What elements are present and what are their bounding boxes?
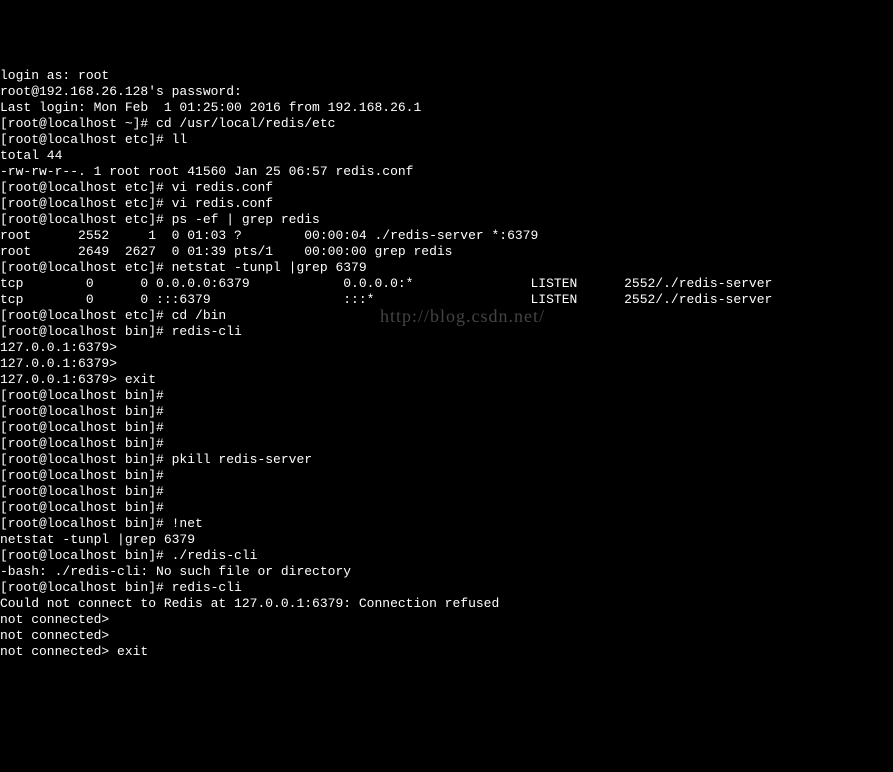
terminal-line: not connected> exit (0, 644, 893, 660)
terminal-line: [root@localhost bin]# (0, 388, 893, 404)
terminal-line: root 2649 2627 0 01:39 pts/1 00:00:00 gr… (0, 244, 893, 260)
terminal-line: [root@localhost bin]# (0, 484, 893, 500)
terminal-line: [root@localhost bin]# (0, 436, 893, 452)
terminal-line: [root@localhost etc]# vi redis.conf (0, 196, 893, 212)
terminal-line: [root@localhost etc]# netstat -tunpl |gr… (0, 260, 893, 276)
terminal-line: root@192.168.26.128's password: (0, 84, 893, 100)
terminal-line: [root@localhost etc]# cd /bin (0, 308, 893, 324)
terminal-line: [root@localhost etc]# vi redis.conf (0, 180, 893, 196)
terminal-line: [root@localhost bin]# pkill redis-server (0, 452, 893, 468)
terminal-line: 127.0.0.1:6379> exit (0, 372, 893, 388)
terminal-line: -rw-rw-r--. 1 root root 41560 Jan 25 06:… (0, 164, 893, 180)
terminal-line: [root@localhost bin]# redis-cli (0, 580, 893, 596)
terminal-line: [root@localhost bin]# redis-cli (0, 324, 893, 340)
terminal-line: [root@localhost etc]# ll (0, 132, 893, 148)
terminal-line: [root@localhost bin]# (0, 500, 893, 516)
terminal-line: [root@localhost bin]# (0, 468, 893, 484)
terminal-line: 127.0.0.1:6379> (0, 340, 893, 356)
terminal-line: total 44 (0, 148, 893, 164)
terminal-line: Could not connect to Redis at 127.0.0.1:… (0, 596, 893, 612)
terminal-line: 127.0.0.1:6379> (0, 356, 893, 372)
terminal-line: [root@localhost bin]# !net (0, 516, 893, 532)
terminal-line: not connected> (0, 612, 893, 628)
terminal-line: Last login: Mon Feb 1 01:25:00 2016 from… (0, 100, 893, 116)
terminal-line: tcp 0 0 :::6379 :::* LISTEN 2552/./redis… (0, 292, 893, 308)
terminal-line: [root@localhost etc]# ps -ef | grep redi… (0, 212, 893, 228)
terminal-line: -bash: ./redis-cli: No such file or dire… (0, 564, 893, 580)
terminal-line: root 2552 1 0 01:03 ? 00:00:04 ./redis-s… (0, 228, 893, 244)
terminal-output[interactable]: login as: rootroot@192.168.26.128's pass… (0, 68, 893, 660)
terminal-line: tcp 0 0 0.0.0.0:6379 0.0.0.0:* LISTEN 25… (0, 276, 893, 292)
terminal-line: [root@localhost bin]# ./redis-cli (0, 548, 893, 564)
terminal-line: netstat -tunpl |grep 6379 (0, 532, 893, 548)
terminal-line: [root@localhost bin]# (0, 420, 893, 436)
terminal-line: [root@localhost bin]# (0, 404, 893, 420)
terminal-line: not connected> (0, 628, 893, 644)
terminal-line: login as: root (0, 68, 893, 84)
terminal-line: [root@localhost ~]# cd /usr/local/redis/… (0, 116, 893, 132)
